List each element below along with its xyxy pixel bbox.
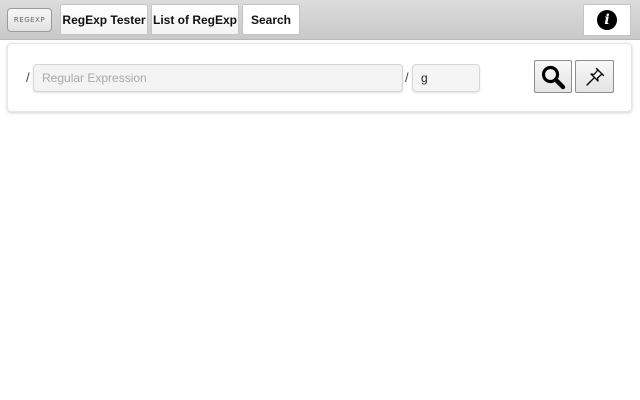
nav-regexp-tester-label: RegExp Tester (62, 12, 146, 27)
info-icon: i (597, 10, 617, 30)
app-logo[interactable]: REGEXP (7, 8, 52, 32)
nav-search-button[interactable]: Search (242, 4, 300, 35)
regex-close-delimiter: / (405, 70, 409, 85)
top-navigation-bar: REGEXP RegExp Tester List of RegExp Sear… (0, 0, 640, 40)
nav-regexp-tester-button[interactable]: RegExp Tester (60, 4, 148, 35)
magnifier-icon (541, 65, 566, 89)
info-button[interactable]: i (583, 4, 631, 36)
regex-flags-input[interactable] (412, 64, 480, 92)
regexp-tester-panel: / / (7, 43, 632, 112)
regular-expression-input[interactable] (33, 64, 403, 92)
run-search-button[interactable] (534, 60, 572, 93)
nav-list-of-regexp-label: List of RegExp (152, 12, 237, 27)
nav-search-label: Search (250, 12, 292, 27)
regex-open-delimiter: / (26, 70, 30, 85)
nav-list-of-regexp-button[interactable]: List of RegExp (151, 4, 239, 35)
logo-text: REGEXP (13, 16, 46, 24)
pushpin-icon (585, 67, 604, 86)
pin-button[interactable] (575, 60, 614, 93)
